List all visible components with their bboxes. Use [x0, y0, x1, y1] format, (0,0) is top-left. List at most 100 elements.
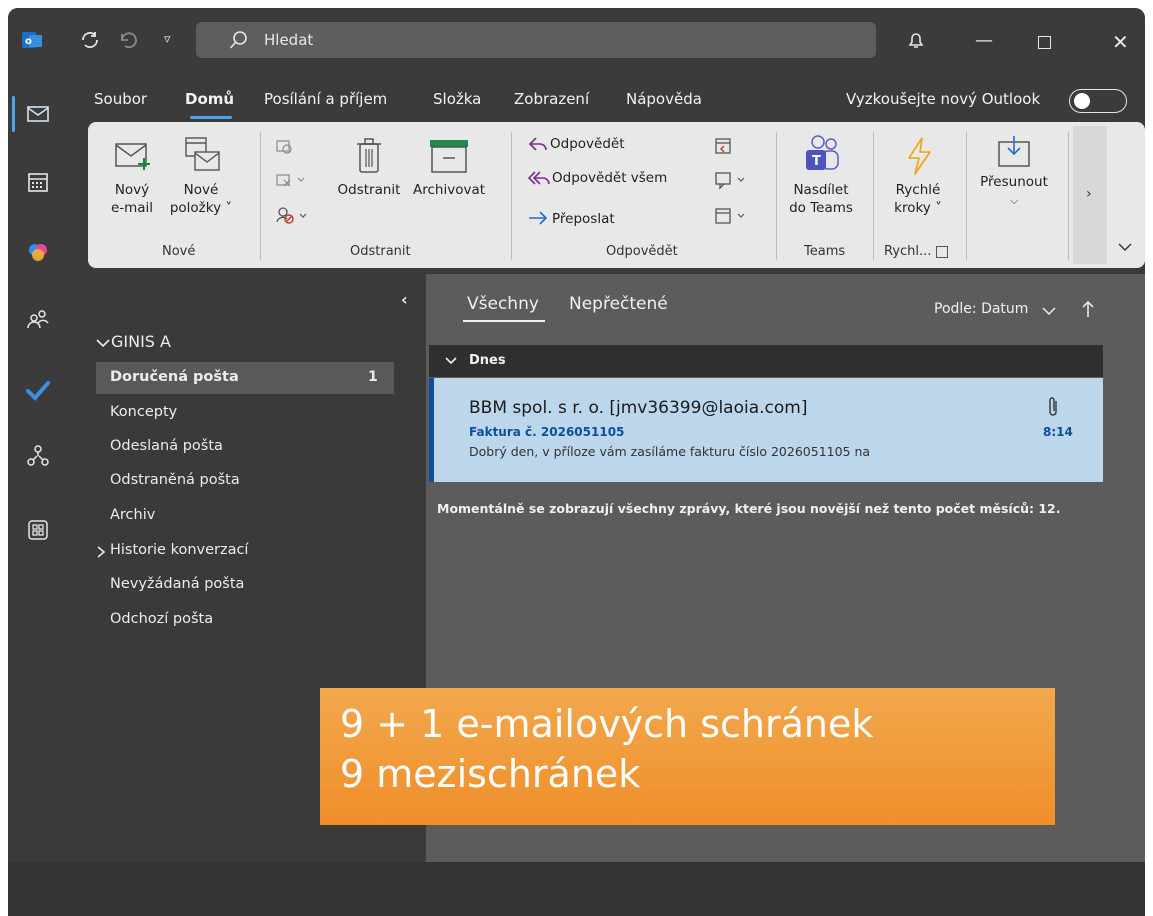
new-items-button[interactable]: Nové položky ˅	[166, 132, 236, 232]
ribbon-separator	[873, 132, 874, 260]
folder-drafts[interactable]: Koncepty	[110, 404, 177, 420]
search-icon	[229, 31, 247, 49]
banner-line-1: 9 + 1 e-mailových schránek	[340, 702, 874, 746]
folder-sent[interactable]: Odeslaná pošta	[110, 438, 223, 454]
tab-posilani[interactable]: Posílání a příjem	[264, 90, 387, 108]
group-label-odpovedet: Odpovědět	[606, 244, 678, 259]
tab-domu[interactable]: Domů	[185, 90, 234, 108]
forward-button[interactable]: Přeposlat	[528, 208, 668, 230]
bell-icon[interactable]	[906, 30, 926, 54]
more-reply-icon[interactable]	[714, 206, 748, 230]
ribbon-separator	[1068, 132, 1069, 260]
new-items-label-1: Nové	[183, 182, 219, 198]
message-preview: Dobrý den, v příloze vám zasíláme faktur…	[469, 444, 871, 459]
chevron-down-icon	[445, 357, 457, 365]
chevron-down-icon	[96, 339, 110, 348]
delete-button[interactable]: Odstranit	[332, 132, 406, 232]
group-label: Dnes	[469, 353, 506, 368]
org-icon[interactable]	[26, 444, 52, 470]
sort-dropdown[interactable]: Podle: Datum	[934, 301, 1028, 317]
block-sender-icon[interactable]	[276, 206, 310, 224]
reply-icon	[528, 137, 547, 151]
reply-button[interactable]: Odpovědět	[528, 134, 668, 156]
delete-label: Odstranit	[337, 182, 401, 198]
tab-unread[interactable]: Nepřečtené	[569, 294, 668, 314]
ignore-icon[interactable]	[276, 138, 292, 154]
account-name: GINIS A	[111, 332, 171, 351]
share-to-teams-button[interactable]: T Nasdílet do Teams	[782, 132, 860, 232]
minimize-icon[interactable]: —	[975, 30, 993, 51]
ribbon-separator	[776, 132, 777, 260]
tab-napoveda[interactable]: Nápověda	[626, 90, 702, 108]
attachment-icon	[1049, 397, 1057, 416]
calendar-icon[interactable]	[26, 170, 52, 196]
folder-junk[interactable]: Nevyžádaná pošta	[110, 576, 244, 592]
folder-outbox[interactable]: Odchozí pošta	[110, 611, 213, 627]
quick-access-dropdown-icon[interactable]: ▿	[164, 32, 171, 47]
ribbon-expand-button[interactable]	[1110, 232, 1140, 262]
move-icon	[998, 136, 1030, 167]
archive-icon	[430, 140, 468, 173]
group-label-rychle: Rychl...	[884, 244, 932, 259]
im-reply-icon[interactable]	[714, 170, 748, 194]
collapse-pane-icon[interactable]: ‹	[401, 290, 408, 309]
outlook-window: o ▿ Hledat — ✕ Soubor Domů Posílání a př…	[8, 8, 1145, 916]
tab-zobrazeni[interactable]: Zobrazení	[514, 90, 589, 108]
todo-icon[interactable]	[26, 378, 52, 404]
folder-history-label: Historie konverzací	[110, 542, 249, 558]
banner-line-2: 9 mezischránek	[340, 752, 641, 796]
rail-active-indicator	[12, 96, 15, 132]
tab-slozka[interactable]: Složka	[433, 90, 481, 108]
search-box[interactable]: Hledat	[196, 22, 876, 58]
active-tab-indicator	[190, 116, 232, 119]
move-label: Přesunout	[980, 174, 1048, 190]
forward-label: Přeposlat	[552, 211, 615, 227]
copilot-icon[interactable]	[26, 240, 52, 266]
title-bar: o ▿ Hledat — ✕	[8, 8, 1145, 80]
status-bar	[8, 862, 1145, 916]
undo-icon[interactable]	[118, 30, 138, 54]
archive-button[interactable]: Archivovat	[408, 132, 490, 232]
teams-icon: T	[806, 135, 839, 170]
mail-icon[interactable]	[26, 102, 52, 128]
tab-all[interactable]: Všechny	[467, 294, 539, 314]
group-label-odstranit: Odstranit	[350, 244, 411, 259]
selected-indicator	[429, 378, 434, 482]
message-subject: Faktura č. 2026051105	[469, 425, 625, 439]
trash-icon	[357, 138, 381, 173]
reply-all-button[interactable]: Odpovědět všem	[528, 168, 698, 190]
reply-label: Odpovědět	[550, 136, 625, 152]
message-filter-info: Momentálně se zobrazují všechny zprávy, …	[437, 501, 1061, 516]
ribbon-separator	[260, 132, 261, 260]
cleanup-icon[interactable]	[276, 172, 306, 188]
svg-text:o: o	[25, 36, 32, 47]
forward-icon	[529, 211, 548, 225]
search-input[interactable]: Hledat	[264, 31, 313, 49]
close-icon[interactable]: ✕	[1112, 30, 1129, 54]
people-icon[interactable]	[26, 308, 52, 334]
new-email-button[interactable]: Nový e-mail	[102, 132, 162, 232]
sort-direction-icon[interactable]	[1081, 299, 1095, 319]
move-button[interactable]: Přesunout ⌵	[972, 132, 1056, 232]
new-items-icon	[185, 137, 220, 171]
sync-icon[interactable]	[80, 30, 100, 54]
ribbon-scroll-right[interactable]: ›	[1073, 126, 1107, 264]
inbox-unread-count: 1	[368, 369, 378, 385]
apps-icon[interactable]	[26, 518, 52, 544]
move-dropdown-icon: ⌵	[1010, 194, 1019, 207]
meeting-reply-icon[interactable]	[714, 136, 734, 160]
message-item[interactable]: BBM spol. s r. o. [jmv36399@laoia.com] F…	[429, 378, 1103, 482]
group-label-teams: Teams	[804, 244, 846, 259]
try-new-outlook-toggle[interactable]	[1069, 89, 1127, 113]
dialog-launcher-icon[interactable]	[936, 246, 948, 258]
new-email-label-1: Nový	[114, 182, 150, 198]
tab-soubor[interactable]: Soubor	[94, 90, 147, 108]
group-header-today[interactable]: Dnes	[429, 345, 1103, 377]
folder-archive[interactable]: Archiv	[110, 507, 155, 523]
folder-inbox[interactable]: Doručená pošta	[110, 369, 239, 385]
maximize-icon[interactable]	[1038, 36, 1051, 49]
message-time: 8:14	[1043, 425, 1073, 439]
folder-deleted[interactable]: Odstraněná pošta	[110, 472, 240, 488]
quick-steps-button[interactable]: Rychlé kroky ˅	[880, 132, 956, 232]
outlook-app-icon[interactable]: o	[22, 30, 42, 50]
